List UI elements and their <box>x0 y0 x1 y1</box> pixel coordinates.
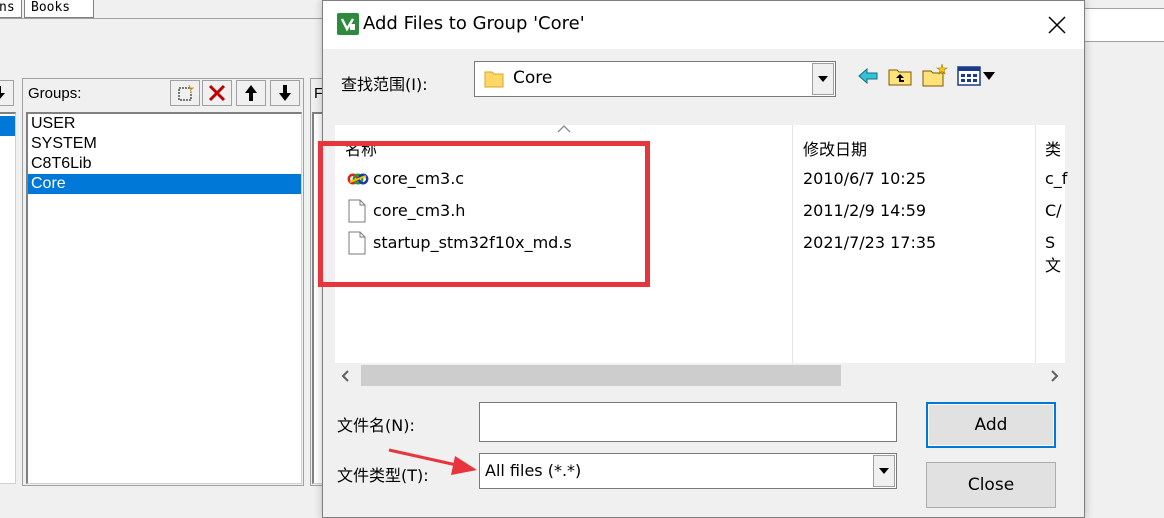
back-button[interactable] <box>855 63 881 89</box>
file-type: c_f <box>1045 169 1068 188</box>
projects-list[interactable] <box>0 112 16 484</box>
list-item[interactable]: C8T6Lib <box>28 154 301 174</box>
close-icon <box>1048 16 1066 34</box>
folder-icon <box>484 71 504 88</box>
file-type: C/ <box>1045 201 1062 220</box>
up-folder-button[interactable] <box>887 63 913 89</box>
list-item[interactable]: SYSTEM <box>28 134 301 154</box>
chevron-down-icon <box>983 72 995 80</box>
keil-app-icon <box>337 13 359 35</box>
scroll-right-icon[interactable] <box>1051 370 1059 382</box>
tab-books[interactable]: Books <box>24 0 94 18</box>
file-type: S 文 <box>1045 233 1062 275</box>
arrow-up-icon <box>245 85 257 101</box>
move-up-button[interactable] <box>236 80 266 106</box>
close-button[interactable]: Close <box>926 462 1056 508</box>
look-in-label: 查找范围(I): <box>341 75 428 94</box>
up-folder-icon <box>888 69 912 86</box>
arrow-down-icon <box>279 85 291 101</box>
scroll-left-icon[interactable] <box>341 370 349 382</box>
chevron-down-icon <box>818 76 828 82</box>
dialog-title: Add Files to Group 'Core' <box>363 13 585 34</box>
look-in-dropdown-button[interactable] <box>812 63 834 95</box>
delete-group-button[interactable] <box>202 80 232 106</box>
projects-list-selected-row[interactable] <box>0 116 15 136</box>
tab-divider <box>0 18 322 19</box>
filename-input[interactable] <box>479 402 897 442</box>
new-folder-button[interactable] <box>921 61 949 89</box>
view-menu-button[interactable] <box>957 63 1001 89</box>
filetype-value: All files (*.*) <box>485 461 582 480</box>
add-button[interactable]: Add <box>926 402 1056 448</box>
new-item-icon <box>178 84 194 101</box>
chevron-down-icon <box>879 468 889 474</box>
file-date: 2011/2/9 14:59 <box>803 201 927 220</box>
scrollbar-thumb[interactable] <box>361 365 841 386</box>
column-header-date[interactable]: 修改日期 <box>803 136 867 160</box>
column-header-type[interactable]: 类 <box>1045 136 1061 160</box>
filename-label: 文件名(N): <box>337 416 415 435</box>
back-arrow-icon <box>858 68 878 84</box>
file-date: 2021/7/23 17:35 <box>803 233 937 252</box>
annotation-highlight-box <box>318 141 650 287</box>
close-window-button[interactable] <box>1040 9 1074 41</box>
new-folder-icon <box>922 63 948 87</box>
dialog-titlebar: Add Files to Group 'Core' <box>323 1 1084 49</box>
groups-label: Groups: <box>28 85 82 102</box>
list-item[interactable]: USER <box>28 114 301 134</box>
move-down-button-left[interactable] <box>0 80 14 106</box>
look-in-combo[interactable]: Core <box>474 61 836 97</box>
groups-list[interactable]: USER SYSTEM C8T6Lib Core <box>26 112 302 484</box>
horizontal-scrollbar[interactable] <box>335 363 1065 389</box>
delete-icon <box>208 84 226 102</box>
file-date: 2010/6/7 10:25 <box>803 169 927 188</box>
view-list-icon <box>957 66 981 86</box>
filetype-dropdown-button[interactable] <box>873 455 895 487</box>
sort-ascending-icon <box>557 125 571 133</box>
background-edit-area <box>1085 8 1164 42</box>
tab-options[interactable]: ns <box>0 0 22 18</box>
annotation-arrow-icon <box>388 448 477 475</box>
new-group-button[interactable] <box>170 80 200 106</box>
filetype-combo[interactable]: All files (*.*) <box>479 453 897 489</box>
look-in-value: Core <box>513 68 553 88</box>
move-down-button[interactable] <box>270 80 300 106</box>
list-item-selected[interactable]: Core <box>28 174 301 194</box>
